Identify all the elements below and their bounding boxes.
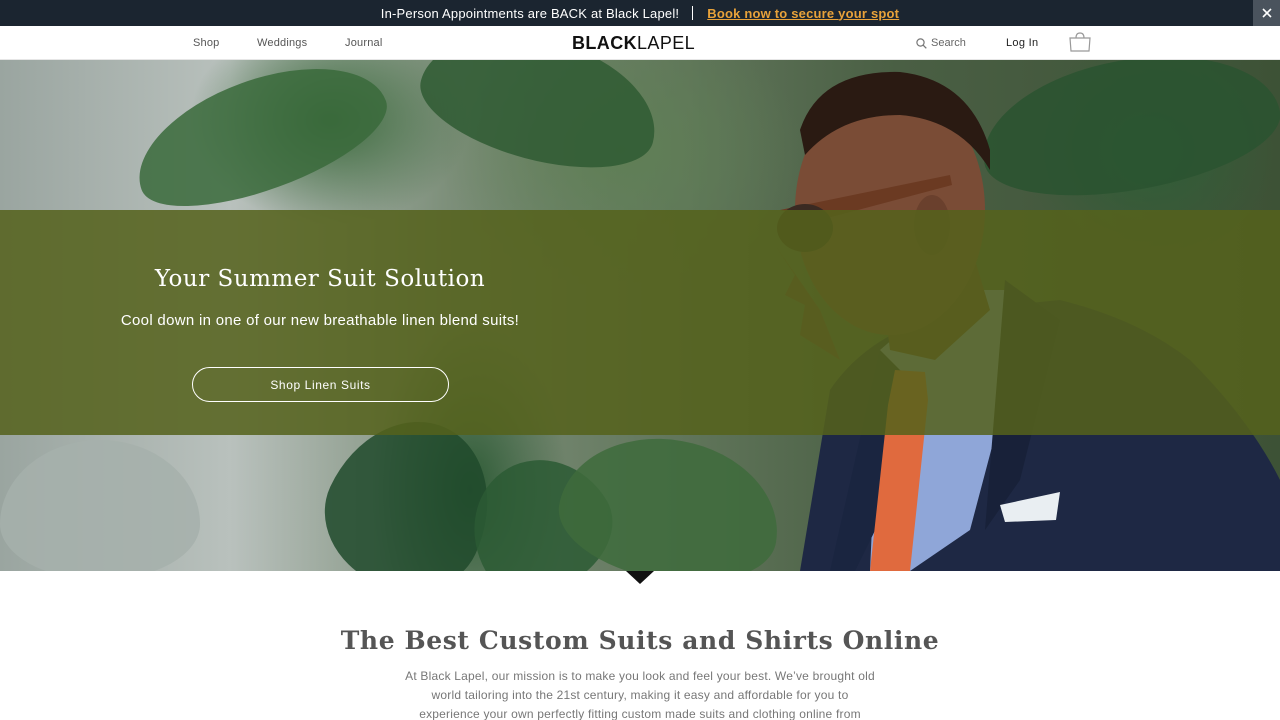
search-label: Search (931, 37, 966, 49)
intro-title: The Best Custom Suits and Shirts Online (340, 626, 940, 655)
intro-body: At Black Lapel, our mission is to make y… (405, 669, 875, 720)
hero-banner: Your Summer Suit Solution Cool down in o… (0, 60, 1280, 571)
cart-button[interactable] (1068, 32, 1092, 52)
foliage-leaf (0, 440, 200, 571)
shop-linen-suits-button[interactable]: Shop Linen Suits (192, 367, 449, 402)
announcement-text: In-Person Appointments are BACK at Black… (380, 5, 680, 21)
book-appointment-link[interactable]: Book now to secure your spot (707, 6, 899, 21)
search-icon (916, 37, 927, 49)
hero-subtitle: Cool down in one of our new breathable l… (120, 312, 520, 329)
login-link[interactable]: Log In (1006, 26, 1038, 60)
announcement-bar: In-Person Appointments are BACK at Black… (0, 0, 1280, 26)
foliage-leaf (549, 421, 791, 571)
shopping-bag-icon (1069, 32, 1091, 52)
close-announcement-button[interactable] (1253, 0, 1280, 26)
nav-journal[interactable]: Journal (345, 26, 382, 60)
nav-shop[interactable]: Shop (193, 26, 220, 60)
close-icon (1261, 8, 1272, 18)
site-logo[interactable]: BLACKLAPEL (572, 32, 695, 54)
foliage-leaf (408, 60, 672, 190)
site-header: Shop Weddings Journal BLACKLAPEL Search … (0, 26, 1280, 60)
logo-black: BLACK (572, 33, 637, 53)
announcement-divider (692, 6, 694, 20)
logo-lapel: LAPEL (637, 33, 696, 53)
hero-title: Your Summer Suit Solution (154, 266, 486, 292)
scroll-down-arrow-icon (626, 571, 654, 584)
foliage-leaf (119, 60, 401, 232)
search-button[interactable]: Search (916, 26, 966, 60)
nav-weddings[interactable]: Weddings (257, 26, 307, 60)
